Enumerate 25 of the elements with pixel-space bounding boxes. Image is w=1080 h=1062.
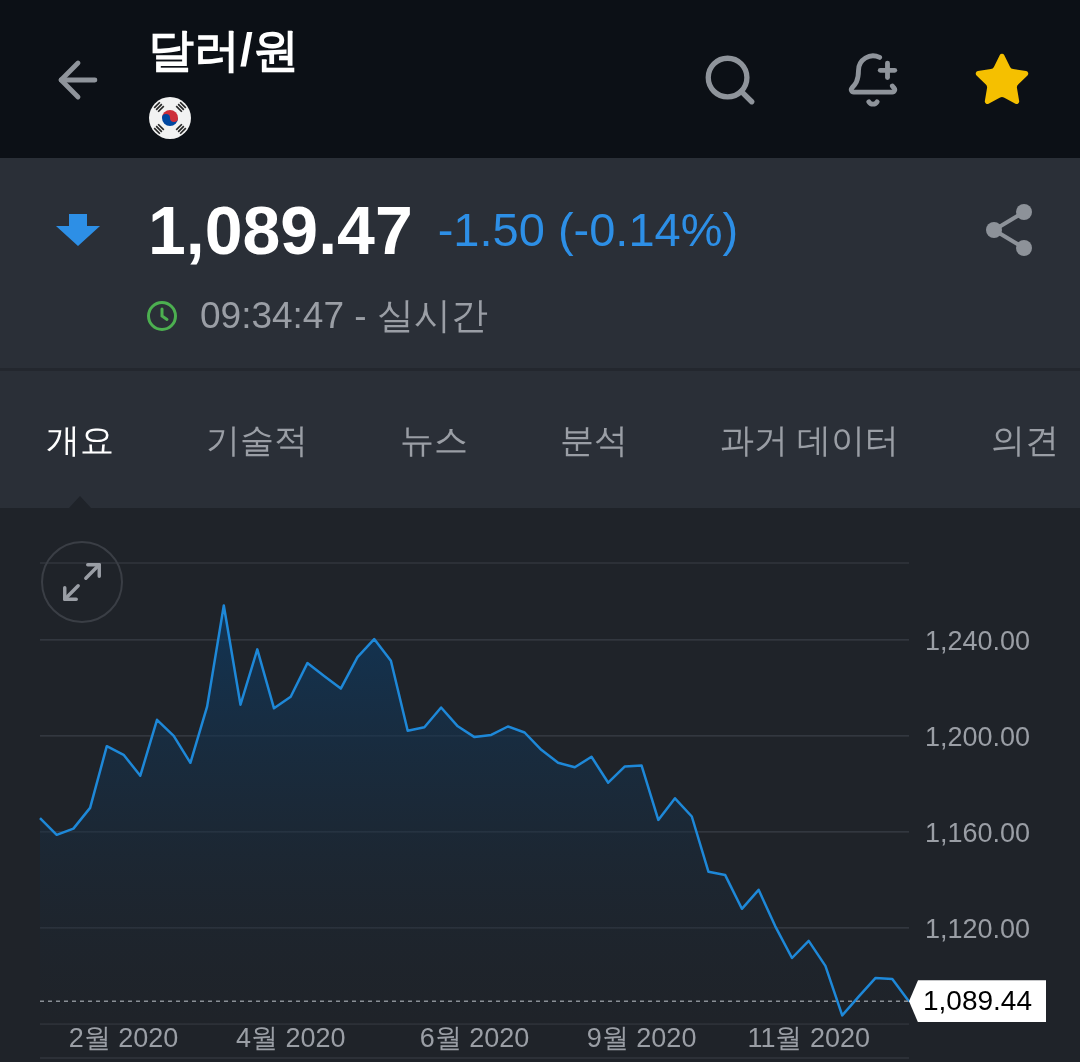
flag-icon [148,96,192,140]
x-axis-label: 6월 2020 [419,1023,530,1053]
y-axis-label: 1,120.00 [924,913,1030,944]
tab[interactable]: 분석 [560,417,628,462]
expand-button[interactable] [41,541,123,623]
last-price-label: 1,089.44 [909,980,1046,1023]
tab[interactable]: 과거 데이터 [720,417,900,462]
tab[interactable]: 기술적 [206,417,308,462]
pair-title: 달러/원 [148,23,299,78]
y-axis-label: 1,200.00 [924,721,1030,752]
tab[interactable]: 뉴스 [400,417,468,462]
x-axis-label: 2월 2020 [68,1023,179,1053]
x-axis-label: 9월 2020 [586,1023,697,1053]
price-change: -1.50 (-0.14%) [437,202,739,258]
share-icon [984,203,1034,257]
update-time: 09:34:47 - 실시간 [200,294,488,338]
y-axis-label: 1,240.00 [924,625,1030,656]
y-axis-label: 1,160.00 [924,817,1030,848]
x-axis-label: 4월 2020 [235,1023,346,1053]
tab[interactable]: 의견 [991,417,1060,462]
share-button[interactable] [984,203,1034,257]
price-value: 1,089.47 [148,192,413,268]
x-axis-label: 11월 2020 [747,1023,871,1053]
tab[interactable]: 개요 [46,417,114,462]
clock-icon [146,300,178,332]
